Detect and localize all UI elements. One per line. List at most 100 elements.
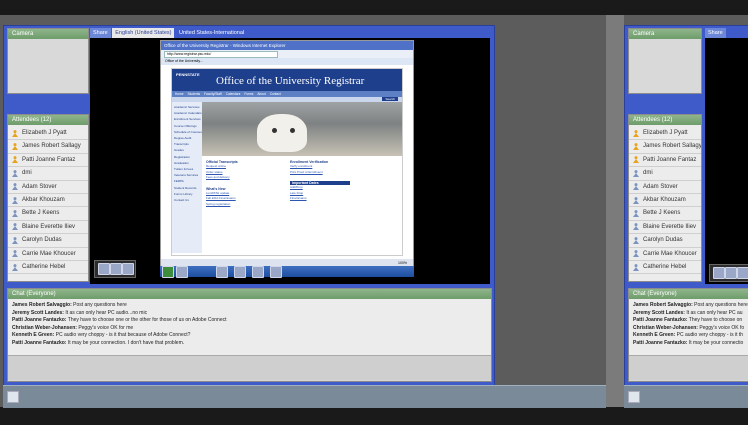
attendee-row[interactable]: Bette J Keens — [629, 207, 701, 221]
host-icon — [633, 129, 639, 137]
pause-share-button[interactable] — [122, 263, 134, 275]
attendee-row[interactable]: Blaine Everette Iliev — [629, 221, 701, 235]
site-link[interactable]: Spring registration — [206, 202, 284, 208]
menu-button[interactable] — [7, 391, 19, 403]
site-left-menu: Academic Services Academic Calendars Enrol… — [172, 102, 202, 253]
participant-icon — [12, 223, 18, 231]
attendee-row[interactable]: dmi — [8, 167, 88, 181]
chat-text: PC audio very choppy - is it that becaus… — [55, 332, 191, 339]
attendee-row[interactable]: Elizabeth J Pyatt — [629, 127, 701, 141]
attendee-row[interactable]: Carolyn Dudas — [8, 234, 88, 248]
site-nav-item[interactable]: Forms — [244, 91, 253, 97]
participant-icon — [633, 236, 639, 244]
chat-text: PC audio very choppy - is it th — [676, 332, 744, 339]
attendee-name: Elizabeth J Pyatt — [22, 130, 67, 136]
right-attendee-list[interactable]: Elizabeth J Pyatt James Robert Sallagy Pat… — [629, 125, 701, 281]
chat-pod: Chat (Everyone) James Robert Salvaggio: … — [7, 288, 492, 382]
right-share-tabbar: Share — [705, 28, 748, 38]
taskbar-folder-icon[interactable] — [216, 266, 228, 278]
site-logo: PENNSTATE — [176, 72, 200, 77]
tab-keyboard-international[interactable]: United States-International — [176, 28, 247, 38]
site-nav-item[interactable]: Home — [175, 91, 184, 97]
attendee-name: Bette J Keens — [643, 210, 681, 217]
attendee-row[interactable]: James Robert Sallagy — [629, 140, 701, 154]
right-chat-messages[interactable]: James Robert Salvaggio: Post any questio… — [629, 299, 748, 355]
site-nav-item[interactable]: Faculty/Staff — [204, 91, 222, 97]
chat-author: Jeremy Scott Landes: — [12, 309, 64, 316]
mid-col-links2: LionPATH update Fall 2010 Final Exams Spri… — [206, 191, 284, 208]
chat-author: James Robert Salvaggio: — [633, 302, 693, 308]
tab-keyboard-english[interactable]: English (United States) — [112, 28, 175, 38]
browser-tab[interactable]: Office of the University... — [161, 58, 413, 65]
fullscreen-button[interactable] — [98, 263, 110, 275]
chat-input-area[interactable] — [8, 355, 491, 380]
chat-message: James Robert Salvaggio: Post any questio… — [12, 302, 487, 310]
attendee-row[interactable]: Patti Joanne Fantaz — [8, 154, 88, 168]
fit-to-window-button[interactable] — [110, 263, 122, 275]
chat-message: Jeremy Scott Landes: It as can only hear… — [12, 310, 487, 318]
attendee-name: Akbar Khouzam — [22, 196, 65, 203]
attendee-row[interactable]: Adam Stover — [8, 181, 88, 194]
site-nav-item[interactable]: Calendars — [226, 91, 241, 97]
site-nav-item[interactable]: Contact — [270, 91, 281, 97]
chat-message: Patti Joanne Fantazko: It may be your co… — [633, 340, 748, 348]
attendee-name: Carolyn Dudas — [22, 237, 62, 244]
camera-pod-title: Camera — [8, 29, 88, 39]
attendee-row[interactable]: Elizabeth J Pyatt — [8, 127, 88, 141]
participant-icon — [633, 169, 639, 177]
attendee-row[interactable]: Carolyn Dudas — [629, 234, 701, 248]
right-col-links2: Add/Drop Late Drop Final Exams — [290, 185, 350, 202]
site-link[interactable]: Final Exams — [290, 196, 350, 202]
site-nav-item[interactable]: About — [257, 91, 265, 97]
chat-message: Kenneth E Green: PC audio very choppy - … — [633, 332, 748, 340]
chat-message: Christian Weber-Johansen: Peggy's voice … — [633, 325, 748, 333]
right-menu-button[interactable] — [628, 391, 640, 403]
attendee-row[interactable]: dmi — [629, 167, 701, 181]
attendee-row[interactable]: Blaine Everette Iliev — [8, 221, 88, 235]
site-menu-link[interactable]: Contact Us — [172, 197, 202, 203]
attendee-row[interactable]: Patti Joanne Fantaz — [629, 154, 701, 168]
chat-message: Patti Joanne Fantazko: It may be your co… — [12, 340, 487, 348]
attendee-row[interactable]: Akbar Khouzam — [629, 194, 701, 208]
site-search-button[interactable]: Search — [382, 97, 398, 101]
attendee-row[interactable]: Adam Stover — [629, 181, 701, 194]
attendee-row[interactable]: James Robert Sallagy — [8, 140, 88, 154]
participant-icon — [633, 183, 639, 191]
right-pause-button[interactable] — [737, 267, 748, 279]
participant-icon — [633, 196, 639, 204]
right-chat-input-area[interactable] — [629, 355, 748, 380]
address-bar[interactable]: http://www.registrar.psu.edu/ — [164, 50, 278, 58]
attendee-row[interactable]: Carrie Mae Khoucer — [629, 248, 701, 261]
participant-icon — [12, 196, 18, 204]
host-icon — [12, 156, 18, 164]
attendee-name: Bette J Keens — [22, 210, 60, 217]
taskbar-ie-icon[interactable] — [176, 266, 188, 278]
site-link[interactable]: Print Proof of Enrollment — [290, 170, 350, 176]
attendee-name: Elizabeth J Pyatt — [643, 130, 688, 136]
attendee-name: Catherine Hebel — [22, 263, 66, 270]
attendee-name: Carrie Mae Khoucer — [22, 250, 76, 257]
camera-pod: Camera — [7, 28, 89, 94]
zoom-level[interactable]: 100% — [398, 261, 407, 265]
site-nav-item[interactable]: Students — [188, 91, 201, 97]
taskbar-media-icon[interactable] — [234, 266, 246, 278]
right-share-controls — [709, 264, 748, 282]
site-menu-link[interactable]: Enrollment Services — [172, 116, 202, 122]
share-tabbar: Share English (United States) United Sta… — [90, 28, 490, 38]
chat-messages[interactable]: James Robert Salvaggio: Post any questio… — [8, 299, 491, 355]
right-fit-button[interactable] — [725, 267, 737, 279]
chat-text: Post any questions here — [694, 302, 748, 308]
attendee-row[interactable]: Akbar Khouzam — [8, 194, 88, 208]
site-link[interactable]: Fees and delivery — [206, 175, 284, 181]
shared-browser-window: Office of the University Registrar - Win… — [160, 40, 414, 268]
participant-icon — [12, 183, 18, 191]
attendee-row[interactable]: Carrie Mae Khoucer — [8, 248, 88, 261]
taskbar-app-icon[interactable] — [270, 266, 282, 278]
right-fullscreen-button[interactable] — [713, 267, 725, 279]
taskbar-app-icon[interactable] — [252, 266, 264, 278]
attendee-row[interactable]: Catherine Hebel — [8, 261, 88, 275]
attendee-list[interactable]: Elizabeth J Pyatt James Robert Sallagy Pat… — [8, 125, 88, 281]
attendee-row[interactable]: Catherine Hebel — [629, 261, 701, 275]
attendee-row[interactable]: Bette J Keens — [8, 207, 88, 221]
start-button[interactable] — [162, 266, 174, 278]
